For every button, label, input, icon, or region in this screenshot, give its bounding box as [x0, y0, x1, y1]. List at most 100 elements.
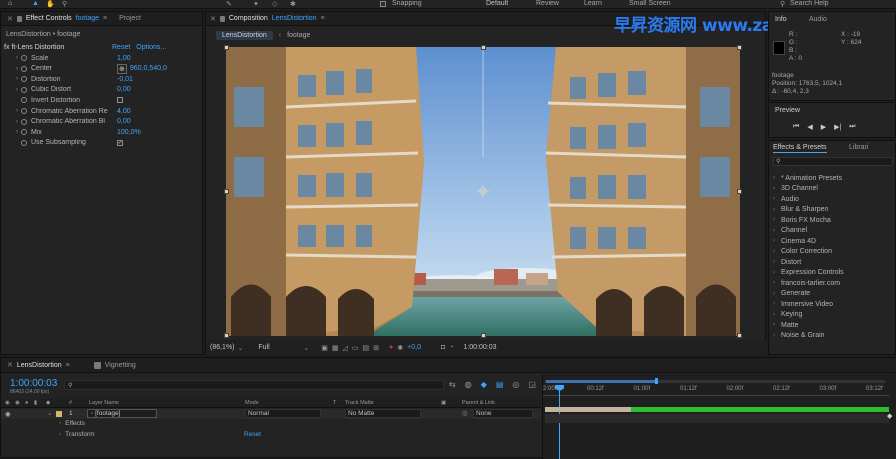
- crumb-footage[interactable]: footage: [287, 32, 310, 39]
- layer-bar-in[interactable]: [545, 407, 631, 412]
- effects-category[interactable]: › * Animation Presets: [773, 173, 842, 184]
- property-row[interactable]: › Chromatic Aberration Re 4,00: [13, 106, 202, 116]
- pickwhip-icon[interactable]: ◎: [462, 409, 468, 417]
- layer-handle-mr[interactable]: [737, 189, 742, 194]
- stopwatch-icon[interactable]: [21, 139, 27, 146]
- comp-timecode[interactable]: 1:00:00:03: [463, 344, 496, 351]
- shy-icon[interactable]: ◆: [481, 380, 487, 389]
- effects-category[interactable]: › Color Correction: [773, 247, 832, 258]
- property-value[interactable]: 4,00: [117, 108, 131, 115]
- effects-category[interactable]: › Expression Controls: [773, 268, 844, 279]
- layer-handle-tm[interactable]: [481, 45, 486, 50]
- first-frame-icon[interactable]: ⏮: [793, 123, 799, 131]
- effects-category[interactable]: › Boris FX Mocha: [773, 215, 831, 226]
- chevron-right-icon[interactable]: ›: [13, 55, 21, 61]
- workspace-review[interactable]: Review: [536, 0, 559, 7]
- play-icon[interactable]: ▶: [821, 123, 826, 131]
- zoom-tool-icon[interactable]: ⚲: [62, 0, 67, 8]
- crumb-lensdistortion[interactable]: LensDistortion: [216, 30, 273, 40]
- stopwatch-icon[interactable]: [21, 65, 27, 72]
- visibility-icon[interactable]: ◉: [5, 410, 11, 418]
- effects-category[interactable]: › Keying: [773, 310, 802, 321]
- property-row[interactable]: › Cubic Distort 0,00: [13, 85, 202, 95]
- puppet-tool-icon[interactable]: ✱: [290, 0, 296, 8]
- effects-category[interactable]: › Distort: [773, 257, 801, 268]
- effects-category[interactable]: › Channel: [773, 226, 807, 237]
- motion-blur-icon[interactable]: ◎: [512, 380, 519, 389]
- property-checkbox[interactable]: [117, 97, 123, 104]
- stopwatch-icon[interactable]: [21, 86, 27, 93]
- tab-libraries[interactable]: Librari: [849, 144, 868, 151]
- color-wheel-icon[interactable]: ●: [389, 344, 393, 351]
- layer-duration-bar[interactable]: [545, 414, 889, 423]
- layer-handle-ml[interactable]: [224, 189, 229, 194]
- property-row[interactable]: Invert Distortion: [13, 95, 202, 105]
- property-value[interactable]: 960,0,540,0: [130, 65, 167, 72]
- tab-composition[interactable]: ✕ Composition LensDistortion ≡: [210, 15, 325, 23]
- close-icon[interactable]: ✕: [7, 15, 13, 23]
- menu-icon[interactable]: ≡: [321, 15, 325, 22]
- home-icon[interactable]: ⌂: [8, 0, 12, 7]
- stopwatch-icon[interactable]: [21, 76, 27, 83]
- stopwatch-icon[interactable]: [21, 108, 27, 114]
- property-value[interactable]: 0,00: [117, 118, 131, 125]
- transparency-grid-icon[interactable]: ▦: [332, 344, 339, 352]
- pen-tool-icon[interactable]: ✎: [226, 0, 232, 8]
- chevron-right-icon[interactable]: ›: [13, 87, 21, 93]
- chevron-down-icon[interactable]: ⌄: [47, 409, 52, 417]
- property-value[interactable]: 1,00: [117, 55, 131, 62]
- parent-select[interactable]: None: [473, 409, 533, 418]
- search-help-field[interactable]: Search Help: [790, 0, 829, 7]
- effects-category[interactable]: › Noise & Grain: [773, 331, 825, 342]
- comp-flowchart-icon[interactable]: ⇆: [449, 380, 456, 389]
- track-matte-select[interactable]: No Matte: [345, 409, 421, 418]
- transform-group[interactable]: › Transform: [59, 431, 95, 438]
- close-icon[interactable]: ✕: [7, 361, 13, 369]
- effects-category[interactable]: › Generate: [773, 289, 810, 300]
- guides-icon[interactable]: ▭: [352, 344, 359, 352]
- property-row[interactable]: Use Subsampling ✓: [13, 138, 202, 148]
- menu-icon[interactable]: ≡: [66, 362, 70, 369]
- property-checkbox[interactable]: ✓: [117, 139, 123, 146]
- draft-3d-icon[interactable]: ◍: [465, 380, 472, 389]
- show-snapshot-icon[interactable]: ◔: [449, 344, 453, 351]
- chevron-right-icon[interactable]: ›: [13, 66, 21, 72]
- effect-header[interactable]: fx ft-Lens Distortion Reset Options...: [4, 42, 202, 52]
- effects-category[interactable]: › Matte: [773, 320, 799, 331]
- mode-select[interactable]: Normal: [245, 409, 321, 418]
- current-timecode[interactable]: 1:00:00:03: [10, 378, 57, 389]
- frame-blend-icon[interactable]: ▤: [496, 380, 504, 389]
- region-icon[interactable]: ▣: [321, 344, 328, 352]
- stopwatch-icon[interactable]: [21, 118, 27, 125]
- property-value[interactable]: 100,0%: [117, 129, 141, 136]
- close-icon[interactable]: ✕: [210, 15, 216, 23]
- tab-info[interactable]: Info: [775, 16, 787, 23]
- tab-audio[interactable]: Audio: [809, 16, 827, 23]
- magnification-select[interactable]: (86,1%): [210, 344, 235, 351]
- work-area-range[interactable]: [546, 380, 656, 383]
- stopwatch-icon[interactable]: [21, 97, 27, 104]
- resolution-select[interactable]: Full: [258, 344, 303, 351]
- effects-category[interactable]: › 3D Channel: [773, 184, 818, 195]
- tab-lensdistortion[interactable]: ✕ LensDistortion ≡: [7, 361, 70, 370]
- options-link[interactable]: Options...: [136, 44, 166, 51]
- layer-name[interactable]: ▫ [footage]: [87, 409, 157, 418]
- workspace-learn[interactable]: Learn: [584, 0, 602, 7]
- chevron-right-icon[interactable]: ›: [13, 76, 21, 82]
- layer-handle-br[interactable]: [737, 333, 742, 338]
- crosshair-icon[interactable]: ⊕: [117, 63, 127, 74]
- property-value[interactable]: 0,00: [117, 86, 131, 93]
- last-frame-icon[interactable]: ⏭: [849, 123, 855, 131]
- tab-project[interactable]: Project: [119, 15, 141, 22]
- chevron-right-icon[interactable]: ›: [13, 129, 21, 135]
- tab-effect-controls[interactable]: ✕ Effect Controls footage ≡: [7, 15, 107, 23]
- effects-category[interactable]: › Immersive Video: [773, 299, 833, 310]
- prev-frame-icon[interactable]: ◀: [807, 123, 812, 131]
- work-area-end-handle[interactable]: [655, 378, 658, 384]
- effects-search-input[interactable]: ⚲: [773, 157, 893, 166]
- property-row[interactable]: › Scale 1,00: [13, 53, 202, 63]
- channel-icon[interactable]: ▤: [363, 344, 370, 352]
- chevron-right-icon[interactable]: ›: [13, 108, 21, 114]
- layer-handle-tr[interactable]: [737, 45, 742, 50]
- transform-reset-link[interactable]: Reset: [244, 431, 261, 438]
